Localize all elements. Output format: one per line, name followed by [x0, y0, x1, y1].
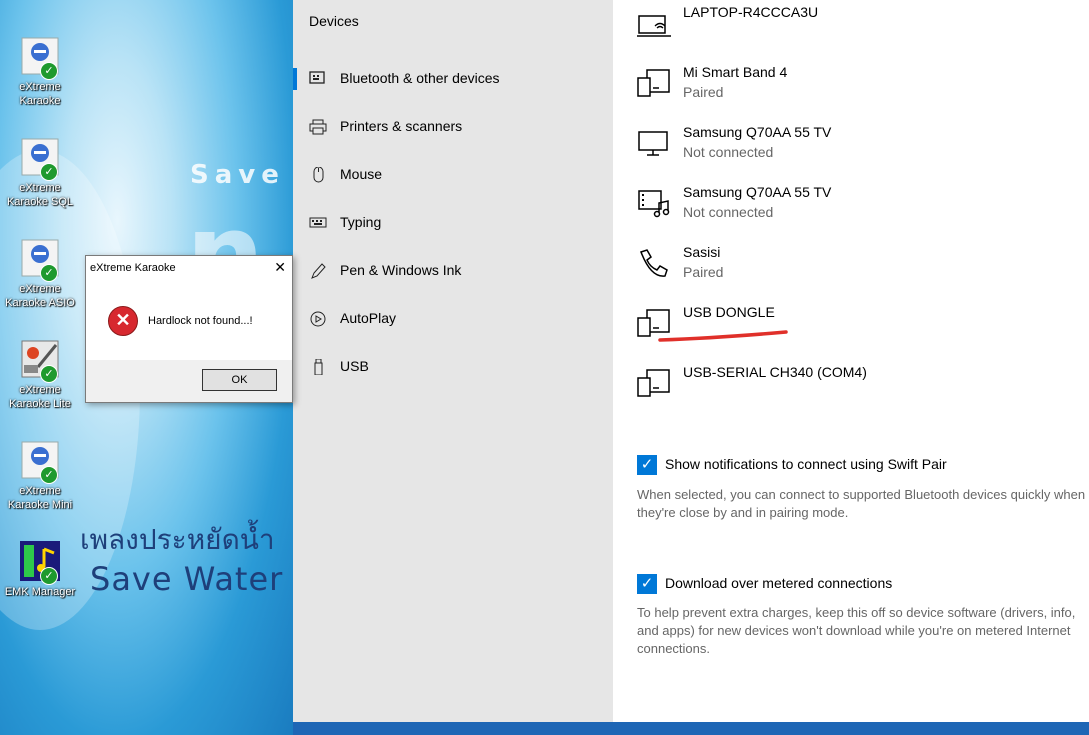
device-row[interactable]: LAPTOP-R4CCCA3U — [613, 0, 1089, 50]
desktop-icon-label: eXtreme Karaoke Lite — [9, 384, 71, 410]
check-icon: ✓ — [40, 62, 58, 80]
device-name: USB DONGLE — [683, 304, 775, 320]
desktop-icon-extreme-karaoke-asio[interactable]: ✓ eXtreme Karaoke ASIO — [2, 238, 78, 310]
nav-item-label: USB — [340, 358, 369, 374]
device-row[interactable]: Samsung Q70AA 55 TV Not connected — [613, 180, 1089, 230]
dialog-title: eXtreme Karaoke — [90, 262, 176, 274]
device-name: LAPTOP-R4CCCA3U — [683, 4, 819, 20]
generic-device-icon — [637, 368, 671, 398]
desktop-icon-emk-manager[interactable]: ✓ EMK Manager — [2, 541, 78, 599]
swift-pair-checkbox[interactable]: ✓ — [637, 455, 657, 475]
metered-description: To help prevent extra charges, keep this… — [637, 605, 1076, 656]
device-name: Samsung Q70AA 55 TV — [683, 184, 832, 200]
device-status: Paired — [683, 264, 724, 280]
media-device-icon — [637, 188, 671, 218]
karaoke-app-icon: ✓ — [20, 238, 60, 282]
karaoke-app-icon: ✓ — [20, 36, 60, 80]
desktop-icon-extreme-karaoke-sql[interactable]: ✓ eXtreme Karaoke SQL — [2, 137, 78, 209]
metered-label: Download over metered connections — [665, 575, 893, 591]
usb-icon — [309, 358, 327, 376]
device-name: Samsung Q70AA 55 TV — [683, 124, 832, 140]
desktop-icon-extreme-karaoke-lite[interactable]: ✓ eXtreme Karaoke Lite — [2, 339, 78, 411]
nav-item-label: Pen & Windows Ink — [340, 262, 462, 278]
desktop-icon-extreme-karaoke[interactable]: ✓ eXtreme Karaoke — [2, 36, 78, 108]
desktop-icon-label: eXtreme Karaoke SQL — [6, 182, 74, 208]
dialog-footer: OK — [86, 360, 292, 402]
generic-device-icon — [637, 68, 671, 98]
nav-item-label: Printers & scanners — [340, 118, 463, 134]
dialog-message: Hardlock not found...! — [148, 315, 253, 327]
device-row[interactable]: USB-SERIAL CH340 (COM4) — [613, 360, 1089, 410]
wallpaper-thai-text: เพลงประหยัดน้ำ — [80, 523, 275, 556]
error-dialog: eXtreme Karaoke ✕ ✕ Hardlock not found..… — [85, 255, 293, 403]
nav-item-typing[interactable]: Typing — [293, 203, 613, 243]
nav-item-autoplay[interactable]: AutoPlay — [293, 299, 613, 339]
device-row[interactable]: Samsung Q70AA 55 TV Not connected — [613, 120, 1089, 170]
taskbar-strip — [293, 722, 1089, 735]
nav-title: Devices — [309, 13, 359, 29]
autoplay-icon — [309, 311, 327, 327]
emk-manager-icon: ✓ — [20, 541, 60, 585]
swift-pair-description: When selected, you can connect to suppor… — [637, 487, 1086, 520]
bluetooth-devices-icon — [309, 71, 327, 87]
desktop-icon-label: eXtreme Karaoke Mini — [7, 485, 73, 511]
desktop-icon-label: eXtreme Karaoke — [19, 81, 61, 107]
check-icon: ✓ — [40, 163, 58, 181]
phone-icon — [637, 248, 671, 278]
device-status: Not connected — [683, 144, 774, 160]
device-row[interactable]: Mi Smart Band 4 Paired — [613, 60, 1089, 110]
desktop-icon-label: eXtreme Karaoke ASIO — [5, 283, 75, 309]
nav-item-label: Bluetooth & other devices — [340, 70, 500, 86]
device-status: Paired — [683, 84, 724, 100]
error-icon: ✕ — [108, 306, 138, 336]
device-row[interactable]: Sasisi Paired — [613, 240, 1089, 290]
mouse-icon — [309, 166, 327, 183]
laptop-wifi-icon — [637, 8, 671, 38]
nav-item-label: Typing — [340, 214, 382, 230]
highlight-underline — [658, 330, 788, 342]
swift-pair-label: Show notifications to connect using Swif… — [665, 456, 947, 472]
desktop-icon-extreme-karaoke-mini[interactable]: ✓ eXtreme Karaoke Mini — [2, 440, 78, 512]
nav-item-label: Mouse — [340, 166, 383, 182]
check-icon: ✓ — [40, 466, 58, 484]
device-name: Sasisi — [683, 244, 721, 260]
device-name: Mi Smart Band 4 — [683, 64, 788, 80]
pen-icon — [309, 263, 327, 279]
nav-item-mouse[interactable]: Mouse — [293, 155, 613, 195]
devices-panel: LAPTOP-R4CCCA3U Mi Smart Band 4 Paired S… — [613, 0, 1089, 722]
metered-checkbox[interactable]: ✓ — [637, 574, 657, 594]
nav-item-pen[interactable]: Pen & Windows Ink — [293, 251, 613, 291]
karaoke-lite-icon: ✓ — [20, 339, 60, 383]
karaoke-app-icon: ✓ — [20, 440, 60, 484]
wallpaper-save-water-text: Save Water — [90, 560, 284, 598]
printer-icon — [309, 119, 327, 135]
monitor-icon — [637, 128, 671, 158]
check-icon: ✓ — [40, 365, 58, 383]
wallpaper-save-text: Save — [190, 160, 285, 190]
ok-button[interactable]: OK — [202, 369, 277, 391]
karaoke-app-icon: ✓ — [20, 137, 60, 181]
keyboard-icon — [309, 215, 327, 231]
device-name: USB-SERIAL CH340 (COM4) — [683, 364, 867, 380]
nav-item-usb[interactable]: USB — [293, 347, 613, 387]
check-icon: ✓ — [40, 264, 58, 282]
nav-item-bluetooth[interactable]: Bluetooth & other devices — [293, 59, 613, 99]
device-status: Not connected — [683, 204, 774, 220]
close-icon[interactable]: ✕ — [274, 259, 286, 276]
nav-item-printers[interactable]: Printers & scanners — [293, 107, 613, 147]
settings-nav: Devices Bluetooth & other devices Printe… — [293, 0, 613, 722]
desktop-icon-label: EMK Manager — [4, 586, 76, 598]
nav-item-label: AutoPlay — [340, 310, 397, 326]
check-icon: ✓ — [40, 567, 58, 585]
